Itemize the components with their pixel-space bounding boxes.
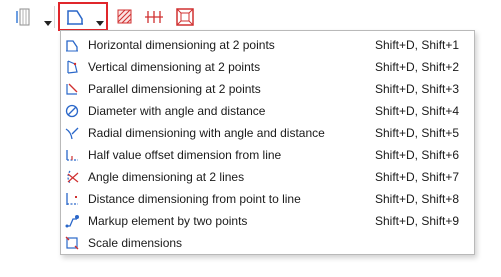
menu-item-half-offset[interactable]: Half value offset dimension from line Sh… [62, 144, 473, 166]
menu-item-label: Scale dimensions [88, 236, 183, 250]
menu-item-shortcut: Shift+D, Shift+3 [375, 82, 460, 96]
chevron-down-icon [96, 15, 104, 29]
scale-dimensions-icon [65, 236, 79, 250]
hatch-dimension-icon[interactable] [115, 5, 135, 29]
menu-item-horizontal-dimension[interactable]: Horizontal dimensioning at 2 points Shif… [62, 34, 473, 56]
frame-dimension-icon[interactable] [174, 5, 196, 29]
menu-item-label: Diameter with angle and distance [88, 104, 266, 118]
menu-item-radial-dimension[interactable]: Radial dimensioning with angle and dista… [62, 122, 473, 144]
radial-dimension-icon [65, 126, 79, 140]
horizontal-dimension-icon [65, 38, 79, 52]
menu-item-shortcut: Shift+D, Shift+4 [375, 104, 460, 118]
menu-item-label: Angle dimensioning at 2 lines [88, 170, 245, 184]
toolbar-separator [54, 6, 55, 28]
angle-dimension-icon [65, 170, 79, 184]
vertical-dimension-icon [65, 60, 79, 74]
menu-item-angle-dimension[interactable]: Angle dimensioning at 2 lines Shift+D, S… [62, 166, 473, 188]
menu-item-parallel-dimension[interactable]: Parallel dimensioning at 2 points Shift+… [62, 78, 473, 100]
distance-dimension-icon [65, 192, 79, 206]
menu-item-shortcut: Shift+D, Shift+8 [375, 192, 460, 206]
menu-item-label: Parallel dimensioning at 2 points [88, 82, 261, 96]
menu-item-label: Distance dimensioning from point to line [88, 192, 301, 206]
menu-item-shortcut: Shift+D, Shift+9 [375, 214, 460, 228]
half-offset-icon [65, 148, 79, 162]
menu-item-shortcut: Shift+D, Shift+7 [375, 170, 460, 184]
dimension-menu: Horizontal dimensioning at 2 points Shif… [60, 30, 475, 255]
diameter-icon [65, 104, 79, 118]
parallel-dimension-icon [65, 82, 79, 96]
menu-item-diameter[interactable]: Diameter with angle and distance Shift+D… [62, 100, 473, 122]
panel-icon[interactable] [14, 5, 36, 29]
linear-dimension-icon[interactable] [143, 5, 165, 29]
menu-item-shortcut: Shift+D, Shift+6 [375, 148, 460, 162]
menu-item-label: Half value offset dimension from line [88, 148, 282, 162]
menu-item-shortcut: Shift+D, Shift+2 [375, 60, 460, 74]
dimension-line-icon [65, 7, 85, 30]
menu-item-label: Markup element by two points [88, 214, 248, 228]
menu-item-shortcut: Shift+D, Shift+5 [375, 126, 460, 140]
menu-item-label: Radial dimensioning with angle and dista… [88, 126, 325, 140]
menu-item-markup-element[interactable]: Markup element by two points Shift+D, Sh… [62, 210, 473, 232]
menu-item-label: Vertical dimensioning at 2 points [88, 60, 261, 74]
toolbar [0, 0, 501, 34]
markup-element-icon [65, 214, 79, 228]
menu-item-label: Horizontal dimensioning at 2 points [88, 38, 275, 52]
menu-item-scale-dimensions[interactable]: Scale dimensions [62, 232, 473, 254]
dimension-line-button[interactable] [58, 2, 108, 31]
chevron-down-icon[interactable] [44, 15, 52, 29]
menu-item-shortcut: Shift+D, Shift+1 [375, 38, 460, 52]
menu-item-distance-dimension[interactable]: Distance dimensioning from point to line… [62, 188, 473, 210]
menu-item-vertical-dimension[interactable]: Vertical dimensioning at 2 points Shift+… [62, 56, 473, 78]
